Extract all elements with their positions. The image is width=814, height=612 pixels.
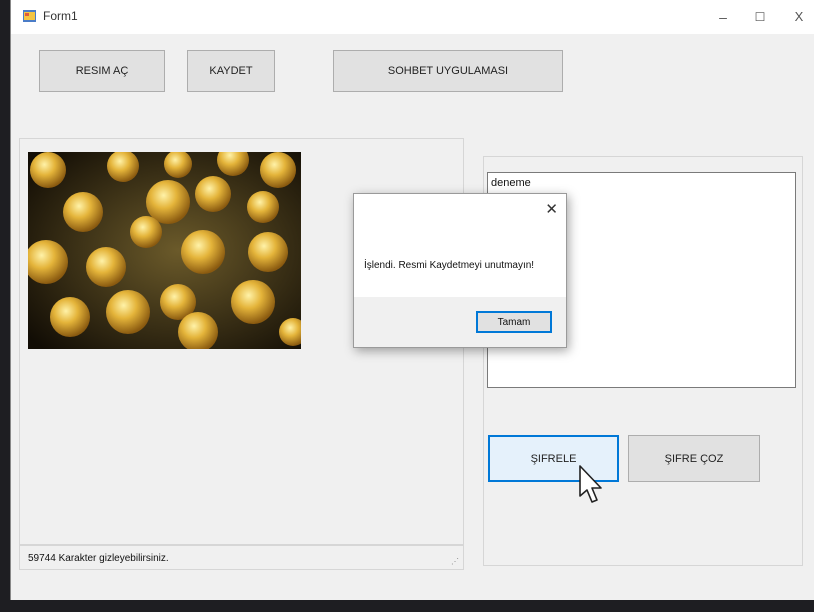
chat-app-button[interactable]: SOHBET UYGULAMASI <box>333 50 563 92</box>
dialog-footer: Tamam <box>354 297 566 347</box>
main-window: Form1 – ☐ X RESIM AÇ KAYDET SOHBET UYGUL… <box>10 0 814 600</box>
gold-coins-image <box>28 152 301 349</box>
decrypt-button[interactable]: ŞIFRE ÇOZ <box>628 435 760 482</box>
app-icon <box>23 10 36 22</box>
open-image-button[interactable]: RESIM AÇ <box>39 50 165 92</box>
status-bar: 59744 Karakter gizleyebilirsiniz. ⋰ <box>19 544 464 570</box>
status-text: 59744 Karakter gizleyebilirsiniz. <box>28 553 169 564</box>
save-button[interactable]: KAYDET <box>187 50 275 92</box>
title-bar: Form1 – ☐ X <box>11 0 814 34</box>
resize-grip[interactable]: ⋰ <box>451 557 459 566</box>
mouse-cursor-icon <box>579 465 602 503</box>
dialog-ok-button[interactable]: Tamam <box>476 311 552 333</box>
window-title: Form1 <box>43 9 78 23</box>
message-dialog: ✕ İşlendi. Resmi Kaydetmeyi unutmayın! T… <box>353 193 567 348</box>
dialog-message: İşlendi. Resmi Kaydetmeyi unutmayın! <box>364 260 535 271</box>
dialog-close-button[interactable]: ✕ <box>545 200 558 218</box>
minimize-button[interactable]: – <box>708 6 738 28</box>
maximize-button[interactable]: ☐ <box>745 6 775 28</box>
close-button[interactable]: X <box>784 6 814 28</box>
